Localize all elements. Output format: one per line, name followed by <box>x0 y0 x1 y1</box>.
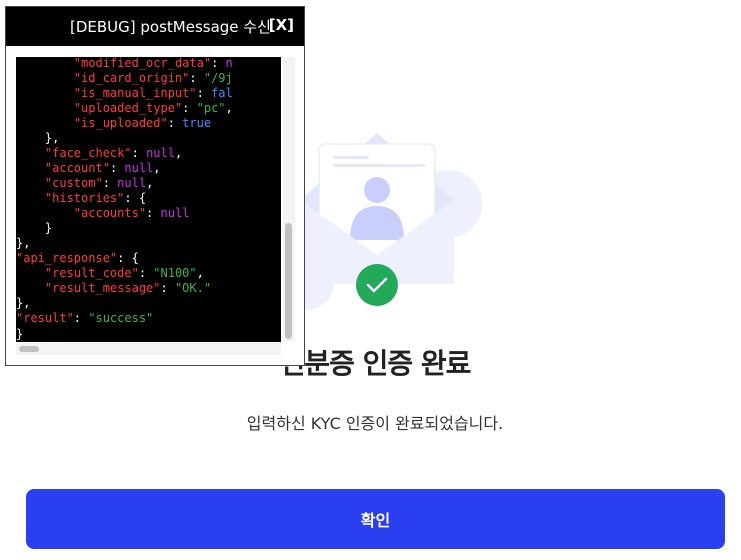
code-line: "histories": { <box>16 191 233 206</box>
code-token: "OK." <box>174 281 212 295</box>
code-line: "is_manual_input": fal <box>16 86 233 101</box>
code-token: } <box>16 221 53 235</box>
code-line: "accounts": null <box>16 206 233 221</box>
code-token: "pc" <box>196 101 226 115</box>
code-token: null <box>146 146 175 160</box>
vertical-scrollbar-thumb[interactable] <box>285 223 292 339</box>
code-token: fal <box>211 86 233 100</box>
code-token: "uploaded_type" <box>73 101 183 115</box>
code-line: "custom": null, <box>16 176 233 191</box>
code-token: "modified_ocr_data" <box>73 57 212 70</box>
code-token: "result_message" <box>44 281 161 295</box>
code-token: : <box>160 281 175 295</box>
code-token: , <box>225 101 233 115</box>
code-token: null <box>117 176 147 190</box>
debug-panel: [DEBUG] postMessage 수신 [X] "modified_ocr… <box>5 6 305 366</box>
code-line: "uploaded_type": "pc", <box>16 101 233 116</box>
code-line: "id_card_origin": "/9j <box>16 71 233 86</box>
code-line: "result": "success" <box>16 311 233 326</box>
horizontal-scrollbar[interactable] <box>16 343 281 355</box>
code-line: "result_code": "N100", <box>16 266 233 281</box>
code-token: : <box>189 71 204 85</box>
code-token: : <box>182 101 197 115</box>
code-token: null <box>160 206 190 220</box>
code-token: "api_response" <box>16 251 118 265</box>
code-token: : <box>167 116 183 130</box>
code-token: "is_manual_input" <box>73 86 197 100</box>
code-token: "result" <box>16 311 74 325</box>
code-token: : <box>109 161 125 175</box>
code-line: "account": null, <box>16 161 233 176</box>
code-token: "account" <box>44 161 110 175</box>
code-token: "face_check" <box>44 146 132 160</box>
code-token: "/9j <box>203 71 233 85</box>
code-token: : { <box>117 251 139 265</box>
code-last-line: } <box>16 327 24 341</box>
code-token: "custom" <box>44 176 103 190</box>
code-token: : <box>146 206 161 220</box>
debug-code: "modified_ocr_data": n "id_card_origin":… <box>16 57 233 326</box>
code-token: null <box>124 161 154 175</box>
code-token: , <box>196 266 204 280</box>
code-token: , <box>153 161 161 175</box>
debug-close-button[interactable]: [X] <box>269 16 294 34</box>
code-line: "modified_ocr_data": n <box>16 57 233 71</box>
code-token: "id_card_origin" <box>73 71 190 85</box>
code-token: true <box>182 116 212 130</box>
debug-header: [DEBUG] postMessage 수신 [X] <box>6 7 304 46</box>
code-token: : <box>211 57 226 70</box>
code-token: "N100" <box>153 266 197 280</box>
code-line: } <box>16 221 233 236</box>
code-token: }, <box>16 236 31 250</box>
code-token: : { <box>124 191 147 205</box>
code-token: }, <box>16 296 31 310</box>
code-token: : <box>73 311 89 325</box>
code-line: "result_message": "OK." <box>16 281 233 296</box>
horizontal-scrollbar-thumb[interactable] <box>19 346 39 352</box>
code-token: "histories" <box>44 191 125 205</box>
code-token: : <box>131 146 147 160</box>
check-circle-icon <box>356 264 398 306</box>
code-line: "is_uploaded": true <box>16 116 233 131</box>
code-line: "api_response": { <box>16 251 233 266</box>
code-token: , <box>174 146 183 160</box>
page-subtitle: 입력하신 KYC 인증이 완료되었습니다. <box>246 414 504 433</box>
code-token: , <box>146 176 154 190</box>
code-line: "face_check": null, <box>16 146 233 161</box>
code-token: "is_uploaded" <box>73 116 168 130</box>
debug-code-viewer[interactable]: "modified_ocr_data": n "id_card_origin":… <box>16 57 281 342</box>
code-token: : <box>196 86 212 100</box>
code-token: }, <box>16 131 60 145</box>
code-line: }, <box>16 131 233 146</box>
code-token: "result_code" <box>44 266 139 280</box>
code-token: "success" <box>88 311 154 325</box>
code-line: }, <box>16 236 233 251</box>
code-token: : <box>102 176 118 190</box>
confirm-button[interactable]: 확인 <box>26 489 725 549</box>
code-line: }, <box>16 296 233 311</box>
code-token: n <box>225 57 233 70</box>
code-token: : <box>138 266 154 280</box>
debug-title: [DEBUG] postMessage 수신 <box>70 18 271 36</box>
code-token: "accounts" <box>73 206 147 220</box>
